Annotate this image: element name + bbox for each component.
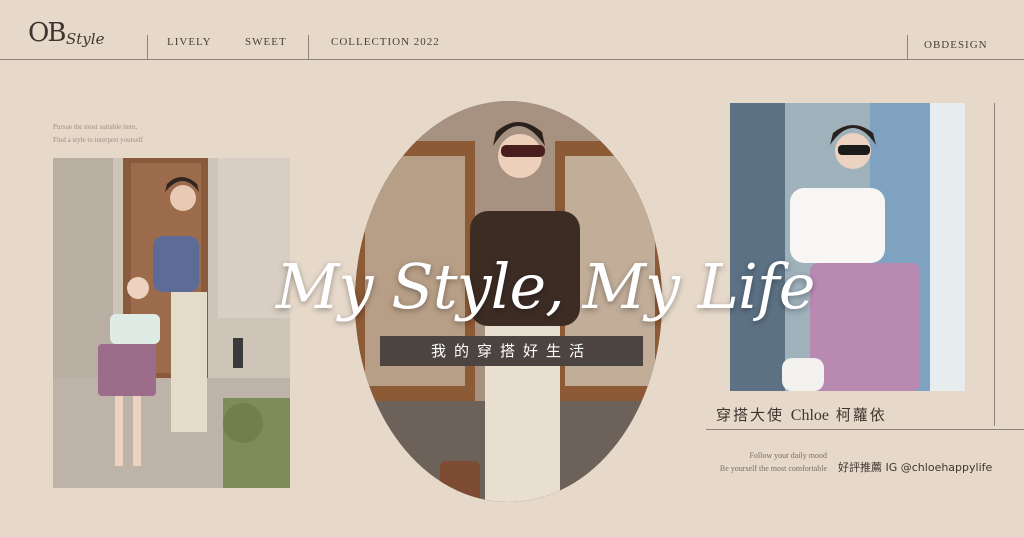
nav-brand[interactable]: OBDESIGN <box>924 39 988 51</box>
right-divider <box>994 103 995 426</box>
ambassador-name-zh: 柯蘿依 <box>835 406 887 424</box>
ambassador-prefix: 穿搭大使 <box>716 406 785 424</box>
hero-title: My Style, My Life <box>276 250 815 323</box>
logo-ob: OB <box>28 18 66 48</box>
ambassador-name-en: Chloe <box>790 407 830 424</box>
nav-collection[interactable]: COLLECTION 2022 <box>331 36 440 48</box>
logo-style: Style <box>66 30 105 48</box>
tagline-line1: Pursue the most suitable item, <box>53 123 138 131</box>
hero-subtitle: 我的穿搭好生活 <box>380 336 643 366</box>
tagline: Pursue the most suitable item, Find a st… <box>53 121 143 147</box>
divider <box>308 35 309 59</box>
ambassador-caption: 穿搭大使 Chloe 柯蘿依 <box>716 404 887 425</box>
instagram-link[interactable]: 好評推薦 IG @chloehappylife <box>838 459 992 475</box>
photo-mother-daughter <box>53 158 290 488</box>
footer-line1: Follow your daily mood <box>749 451 827 460</box>
nav-lively[interactable]: LIVELY <box>167 36 212 48</box>
divider <box>147 35 148 59</box>
caption-rule <box>706 429 1024 430</box>
photo-scene <box>730 103 965 391</box>
photo-scene <box>53 158 290 488</box>
header-rule <box>0 59 1024 60</box>
footer-line2: Be yourself the most comfortable <box>719 464 827 473</box>
nav-sweet[interactable]: SWEET <box>245 36 287 48</box>
photo-ambassador <box>730 103 965 391</box>
brand-logo[interactable]: OB Style <box>28 18 108 54</box>
divider <box>907 35 908 59</box>
footer-motto: Follow your daily mood Be yourself the m… <box>700 449 827 475</box>
tagline-line2: Find a style to interpret yourself <box>53 136 144 144</box>
